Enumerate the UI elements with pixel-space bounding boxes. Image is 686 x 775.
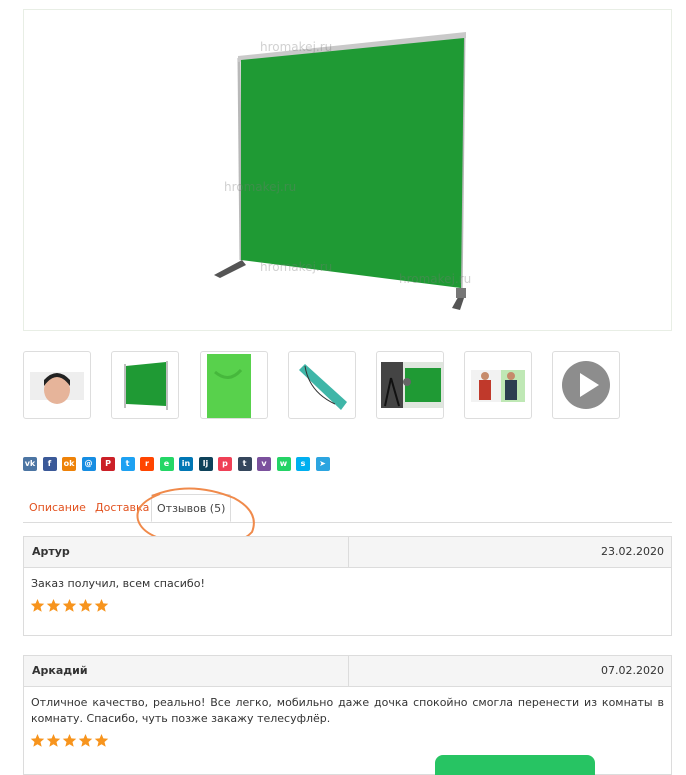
review-date: 23.02.2020 [601, 545, 664, 558]
watermark: hromakej.ru [224, 180, 297, 194]
vk-icon[interactable]: vk [23, 457, 37, 471]
thumbnail-studio[interactable] [376, 351, 444, 419]
product-tabs: Описание Доставка Отзывов (5) [23, 494, 672, 523]
watermark: hromakej.ru [260, 40, 333, 54]
thumbnail-backdrop[interactable] [111, 351, 179, 419]
star-icon [94, 598, 109, 612]
review-rating [24, 592, 671, 613]
whatsapp-icon[interactable]: w [276, 457, 291, 471]
divider [348, 656, 349, 686]
pinterest-icon[interactable]: P [101, 457, 115, 471]
backdrop-image [124, 361, 168, 410]
reddit-icon[interactable]: r [140, 457, 154, 471]
studio-image [381, 362, 443, 408]
thumbnail-fabric[interactable] [200, 351, 268, 419]
viber-icon[interactable]: v [257, 457, 271, 471]
people-image [471, 370, 525, 402]
star-icon [78, 598, 93, 612]
tumblr-icon[interactable]: t [237, 457, 252, 471]
divider [348, 537, 349, 567]
thumbnail-strip [0, 351, 686, 421]
watermark: hromakej.ru [260, 260, 333, 274]
bag-image [299, 364, 347, 410]
thumbnail-portrait[interactable] [23, 351, 91, 419]
review-rating [24, 727, 671, 748]
thumbnail-people[interactable] [464, 351, 532, 419]
review-author: Аркадий [32, 664, 88, 677]
thumbnail-bag[interactable] [288, 351, 356, 419]
facebook-icon[interactable]: f [42, 457, 57, 471]
watermark: hromakej.ru [399, 272, 472, 286]
main-product-image[interactable]: hromakej.ru hromakej.ru hromakej.ru hrom… [23, 9, 672, 331]
linkedin-icon[interactable]: in [179, 457, 193, 471]
fabric-image [207, 354, 251, 418]
review-header: Аркадий 07.02.2020 [24, 656, 671, 687]
star-icon [30, 598, 45, 612]
star-icon [46, 598, 61, 612]
review-author: Артур [32, 545, 70, 558]
review-header: Артур 23.02.2020 [24, 537, 671, 568]
twitter-icon[interactable]: t [120, 457, 135, 471]
moimir-icon[interactable]: @ [81, 457, 96, 471]
star-icon [94, 733, 109, 747]
video-play-icon [562, 361, 610, 409]
review-text: Отличное качество, реально! Все легко, м… [31, 696, 664, 725]
review-text: Заказ получил, всем спасибо! [31, 577, 205, 590]
star-icon [78, 733, 93, 747]
star-icon [46, 733, 61, 747]
portrait-image [30, 372, 84, 404]
star-icon [30, 733, 45, 747]
review-card: Артур 23.02.2020 Заказ получил, всем спа… [23, 536, 672, 636]
skype-icon[interactable]: s [296, 457, 310, 471]
pocket-icon[interactable]: p [218, 457, 232, 471]
lj-icon[interactable]: lj [198, 457, 213, 471]
thumbnail-video[interactable] [552, 351, 620, 419]
evernote-icon[interactable]: e [159, 457, 174, 471]
odnoklassniki-icon[interactable]: ok [62, 457, 76, 471]
chroma-backdrop-illustration [214, 32, 466, 310]
green-action-button[interactable] [435, 755, 595, 775]
review-date: 07.02.2020 [601, 664, 664, 677]
telegram-icon[interactable]: ➤ [315, 457, 330, 471]
star-icon [62, 733, 77, 747]
star-icon [62, 598, 77, 612]
tab-description[interactable]: Описание [29, 494, 86, 521]
